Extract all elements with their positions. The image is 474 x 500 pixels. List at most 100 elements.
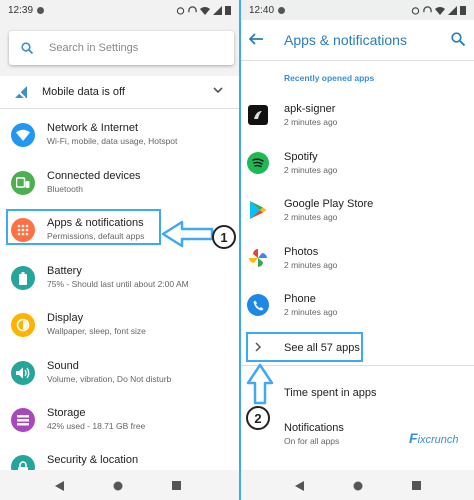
- arrow-left-icon: [161, 220, 214, 248]
- app-name: apk-signer: [284, 103, 336, 115]
- back-nav-icon[interactable]: [55, 481, 64, 491]
- notification-dot-icon: [278, 6, 286, 14]
- chevron-right-icon: [255, 342, 262, 352]
- mobile-data-off-icon: [15, 86, 27, 99]
- apps-notifications-screen: 12:40 Apps & notifications Recently open…: [241, 0, 474, 500]
- apk-signer-icon: [248, 105, 268, 125]
- headphones-icon: [423, 5, 432, 12]
- settings-item-sound[interactable]: Sound Volume, vibration, Do Not disturb: [0, 353, 239, 399]
- item-subtitle: Wi-Fi, mobile, data usage, Hotspot: [47, 136, 178, 146]
- status-bar: 12:40: [241, 0, 474, 20]
- notifications-title: Notifications: [284, 422, 344, 434]
- mobile-data-banner[interactable]: Mobile data is off: [0, 76, 239, 108]
- item-title: Display: [47, 312, 84, 324]
- play-store-icon: [247, 199, 269, 221]
- app-time: 2 minutes ago: [284, 260, 338, 270]
- settings-item-battery[interactable]: Battery 75% - Should last until about 2:…: [0, 258, 239, 304]
- sound-icon: [11, 361, 35, 385]
- highlight-box: [6, 209, 161, 245]
- app-item-spotify[interactable]: Spotify 2 minutes ago: [241, 146, 474, 192]
- spotify-icon: [247, 152, 269, 174]
- mobile-data-label: Mobile data is off: [42, 86, 125, 98]
- settings-item-display[interactable]: Display Wallpaper, sleep, font size: [0, 305, 239, 351]
- recents-nav-icon[interactable]: [172, 481, 181, 490]
- step-badge-1: 1: [212, 225, 236, 249]
- item-subtitle: Volume, vibration, Do Not disturb: [47, 374, 172, 384]
- settings-item-connected-devices[interactable]: Connected devices Bluetooth: [0, 163, 239, 209]
- display-icon: [11, 313, 35, 337]
- app-name: Phone: [284, 293, 316, 305]
- wifi-status-icon: [200, 6, 210, 15]
- notification-dot-icon: [37, 6, 45, 14]
- storage-icon: [11, 408, 35, 432]
- alarm-icon: [176, 6, 185, 15]
- navigation-bar: [241, 470, 474, 500]
- app-time: 2 minutes ago: [284, 212, 338, 222]
- app-item-google-play-store[interactable]: Google Play Store 2 minutes ago: [241, 193, 474, 239]
- settings-screen: 12:39 Search in Settings Mobile data is …: [0, 0, 239, 500]
- home-nav-icon[interactable]: [113, 481, 123, 491]
- page-title: Apps & notifications: [284, 32, 407, 48]
- item-subtitle: 75% - Should last until about 2:00 AM: [47, 279, 189, 289]
- back-arrow-icon[interactable]: [249, 33, 263, 45]
- watermark-text: ixcrunch: [417, 434, 459, 446]
- chevron-down-icon: [213, 87, 223, 94]
- headphones-icon: [188, 5, 197, 12]
- item-subtitle: Bluetooth: [47, 184, 83, 194]
- signal-icon: [448, 5, 457, 15]
- item-title: Security & location: [47, 454, 139, 466]
- divider: [241, 60, 474, 61]
- back-nav-icon[interactable]: [295, 481, 304, 491]
- settings-item-network[interactable]: Network & Internet Wi-Fi, mobile, data u…: [0, 115, 239, 161]
- battery-status-icon: [225, 6, 231, 15]
- item-title: Sound: [47, 360, 79, 372]
- search-bar[interactable]: Search in Settings: [9, 31, 234, 65]
- search-placeholder: Search in Settings: [49, 42, 139, 54]
- screenshot-root: 12:39 Search in Settings Mobile data is …: [0, 0, 474, 500]
- app-time: 2 minutes ago: [284, 117, 338, 127]
- app-item-photos[interactable]: Photos 2 minutes ago: [241, 241, 474, 287]
- alarm-icon: [411, 6, 420, 15]
- status-icons: [176, 5, 231, 15]
- navigation-bar: [0, 470, 239, 500]
- settings-item-storage[interactable]: Storage 42% used - 18.71 GB free: [0, 400, 239, 446]
- see-all-label: See all 57 apps: [284, 342, 360, 354]
- home-nav-icon[interactable]: [353, 481, 363, 491]
- recents-nav-icon[interactable]: [412, 481, 421, 490]
- app-time: 2 minutes ago: [284, 307, 338, 317]
- divider: [0, 108, 239, 109]
- recent-apps-label: Recently opened apps: [284, 73, 375, 83]
- time-spent-label: Time spent in apps: [284, 387, 377, 399]
- see-all-apps-button[interactable]: See all 57 apps: [246, 332, 363, 362]
- app-item-phone[interactable]: Phone 2 minutes ago: [241, 288, 474, 334]
- search-icon[interactable]: [451, 32, 465, 46]
- status-bar: 12:39: [0, 0, 239, 20]
- app-name: Google Play Store: [284, 198, 374, 210]
- photos-icon: [247, 247, 269, 269]
- status-icons: [411, 5, 466, 15]
- item-title: Storage: [47, 407, 86, 419]
- app-item-apk-signer[interactable]: apk-signer 2 minutes ago: [241, 98, 474, 144]
- search-icon: [21, 42, 33, 54]
- divider: [241, 365, 474, 366]
- status-time: 12:40: [249, 4, 275, 16]
- app-time: 2 minutes ago: [284, 165, 338, 175]
- battery-icon: [11, 266, 35, 290]
- item-title: Battery: [47, 265, 82, 277]
- item-subtitle: 42% used - 18.71 GB free: [47, 421, 146, 431]
- item-subtitle: Wallpaper, sleep, font size: [47, 326, 146, 336]
- battery-status-icon: [460, 6, 466, 15]
- notifications-subtitle: On for all apps: [284, 436, 340, 446]
- phone-icon: [247, 294, 269, 316]
- wifi-status-icon: [435, 6, 445, 15]
- devices-icon: [11, 171, 35, 195]
- app-bar: Apps & notifications: [241, 20, 474, 60]
- item-title: Connected devices: [47, 170, 141, 182]
- item-title: Network & Internet: [47, 122, 139, 134]
- status-time: 12:39: [8, 4, 34, 16]
- signal-icon: [213, 5, 222, 15]
- watermark-logo: Fixcrunch: [409, 430, 459, 446]
- watermark-initial: F: [409, 430, 418, 446]
- app-name: Spotify: [284, 151, 318, 163]
- wifi-icon: [11, 123, 35, 147]
